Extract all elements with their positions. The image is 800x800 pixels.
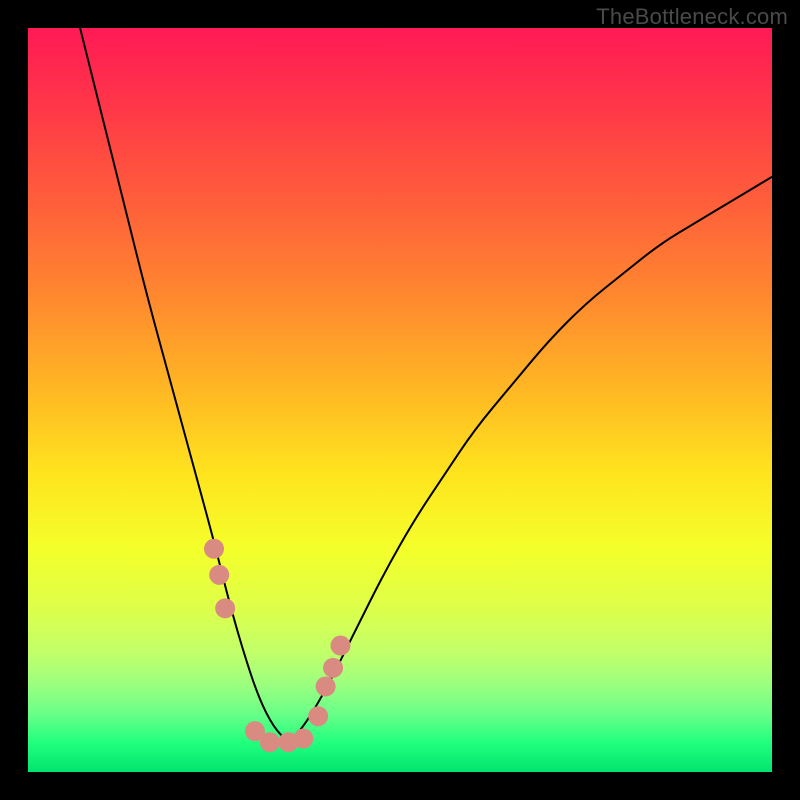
curve-marker bbox=[308, 706, 328, 726]
curve-marker bbox=[330, 636, 350, 656]
watermark-text: TheBottleneck.com bbox=[596, 4, 788, 30]
gradient-background bbox=[28, 28, 772, 772]
curve-marker bbox=[316, 676, 336, 696]
chart-frame: TheBottleneck.com bbox=[0, 0, 800, 800]
curve-marker bbox=[215, 598, 235, 618]
curve-marker bbox=[209, 565, 229, 585]
curve-marker bbox=[204, 539, 224, 559]
curve-marker bbox=[260, 732, 280, 752]
chart-svg bbox=[28, 28, 772, 772]
plot-area bbox=[28, 28, 772, 772]
curve-marker bbox=[323, 658, 343, 678]
curve-marker bbox=[293, 729, 313, 749]
